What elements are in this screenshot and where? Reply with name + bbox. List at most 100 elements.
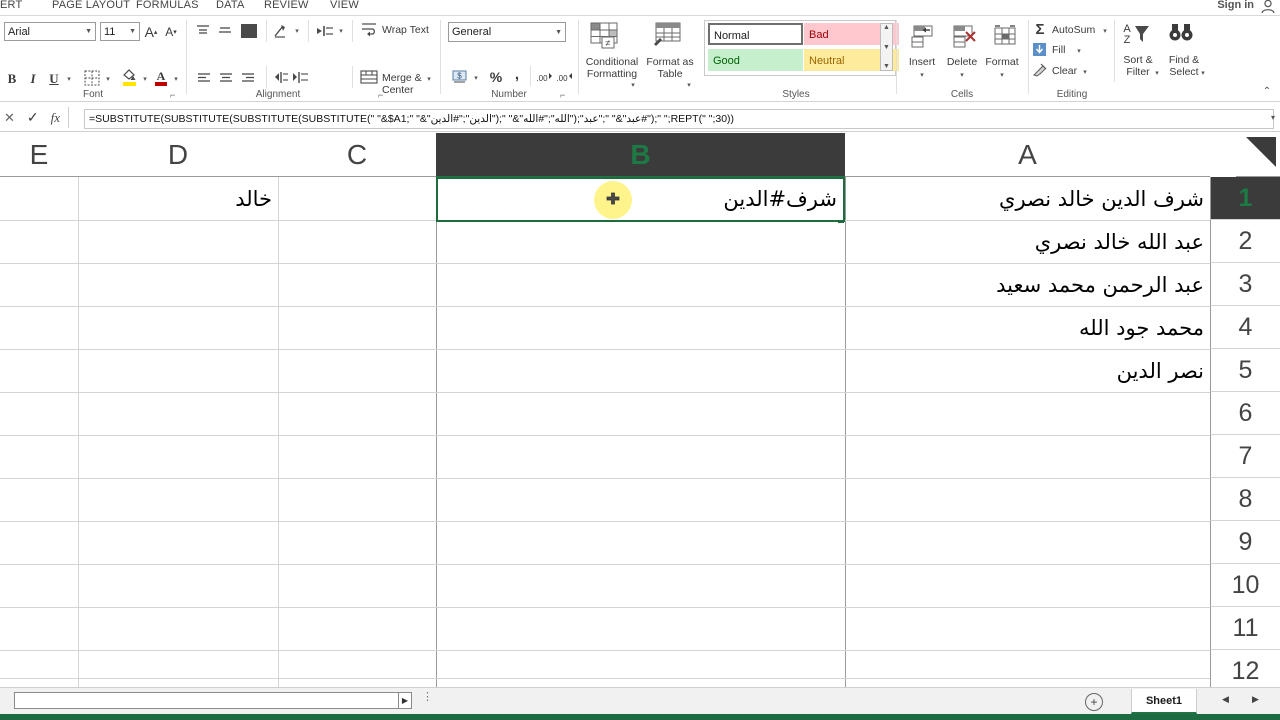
align-right-icon[interactable] bbox=[240, 70, 256, 86]
fill-color-chevron-down-icon[interactable]: ▾ bbox=[140, 74, 150, 84]
scroll-right-icon[interactable]: ▶ bbox=[398, 692, 412, 709]
percent-style-button[interactable]: % bbox=[488, 68, 504, 85]
previous-sheet-icon[interactable]: ◀ bbox=[1222, 694, 1229, 705]
borders-chevron-down-icon[interactable]: ▾ bbox=[103, 74, 113, 84]
underline-chevron-down-icon[interactable]: ▾ bbox=[64, 74, 74, 84]
cancel-formula-icon[interactable]: ✕ bbox=[4, 110, 15, 126]
account-icon[interactable] bbox=[1259, 0, 1277, 14]
column-header-a[interactable]: A bbox=[845, 133, 1210, 177]
grow-font-icon[interactable]: A ▴ bbox=[142, 22, 160, 41]
cell-a3[interactable]: عبد الرحمن محمد سعيد bbox=[845, 264, 1210, 306]
decrease-indent-icon[interactable] bbox=[272, 70, 289, 85]
accounting-format-icon[interactable]: $ bbox=[451, 68, 468, 85]
scroll-more-icon[interactable]: ▼ bbox=[883, 63, 890, 70]
add-sheet-button[interactable]: + bbox=[1085, 693, 1103, 711]
conditional-formatting-icon[interactable]: ≠ bbox=[590, 22, 620, 50]
indent-right-icon[interactable] bbox=[316, 24, 334, 38]
fill-label[interactable]: Fill bbox=[1052, 44, 1065, 56]
decrease-decimal-icon[interactable]: .00 bbox=[556, 69, 574, 84]
font-color-chevron-down-icon[interactable]: ▾ bbox=[171, 74, 181, 84]
row-header-10[interactable]: 10 bbox=[1210, 564, 1280, 607]
ribbon-tab-insert[interactable]: ERT bbox=[0, 0, 22, 11]
conditional-formatting-label[interactable]: Conditional Formatting bbox=[580, 56, 644, 80]
number-format-select[interactable]: General ▼ bbox=[448, 22, 566, 42]
chevron-down-icon[interactable]: ▼ bbox=[129, 28, 136, 35]
ribbon-tab-formulas[interactable]: FORMULAS bbox=[136, 0, 199, 11]
column-header-e[interactable]: E bbox=[0, 133, 78, 177]
delete-cells-label[interactable]: Delete bbox=[940, 56, 984, 68]
insert-cells-label[interactable]: Insert bbox=[900, 56, 944, 68]
insert-chevron-down-icon[interactable]: ▾ bbox=[917, 70, 927, 80]
cell-a4[interactable]: محمد جود الله bbox=[845, 307, 1210, 349]
underline-button[interactable]: U bbox=[47, 70, 61, 88]
ribbon-tab-page-layout[interactable]: PAGE LAYOUT bbox=[52, 0, 130, 11]
column-header-c[interactable]: C bbox=[278, 133, 436, 177]
wrap-text-icon[interactable] bbox=[360, 21, 378, 39]
autosum-icon[interactable]: Σ bbox=[1032, 21, 1048, 38]
clear-label[interactable]: Clear bbox=[1052, 65, 1077, 77]
increase-decimal-icon[interactable]: .00 bbox=[536, 69, 554, 84]
indent-chevron-down-icon[interactable]: ▾ bbox=[336, 26, 346, 36]
fill-chevron-down-icon[interactable]: ▾ bbox=[1074, 46, 1084, 56]
scroll-up-icon[interactable]: ▲ bbox=[883, 24, 890, 31]
comma-style-button[interactable]: , bbox=[510, 66, 524, 83]
font-color-icon[interactable]: A bbox=[153, 67, 169, 87]
orientation-chevron-down-icon[interactable]: ▾ bbox=[292, 26, 302, 36]
autosum-label[interactable]: AutoSum bbox=[1052, 24, 1095, 36]
sort-filter-icon[interactable]: A Z bbox=[1120, 21, 1150, 47]
align-middle-icon[interactable] bbox=[216, 22, 234, 40]
delete-chevron-down-icon[interactable]: ▾ bbox=[957, 70, 967, 80]
insert-function-icon[interactable]: fx bbox=[51, 110, 60, 126]
sign-in-button[interactable]: Sign in bbox=[1217, 0, 1254, 11]
align-top-icon[interactable] bbox=[194, 22, 212, 40]
row-header-4[interactable]: 4 bbox=[1210, 306, 1280, 349]
accounting-chevron-down-icon[interactable]: ▾ bbox=[471, 73, 481, 83]
format-chevron-down-icon[interactable]: ▾ bbox=[997, 70, 1007, 80]
font-size-input[interactable]: 11 ▼ bbox=[100, 22, 140, 41]
ribbon-tab-review[interactable]: REVIEW bbox=[264, 0, 309, 11]
expand-formula-bar-icon[interactable]: ▾ bbox=[1271, 113, 1275, 122]
insert-cells-icon[interactable] bbox=[910, 24, 936, 50]
cell-a5[interactable]: نصر الدين bbox=[845, 350, 1210, 392]
enter-formula-icon[interactable]: ✓ bbox=[27, 109, 39, 126]
sheet-tab-sheet1[interactable]: Sheet1 bbox=[1131, 689, 1197, 714]
cell-a2[interactable]: عبد الله خالد نصري bbox=[845, 221, 1210, 263]
clear-chevron-down-icon[interactable]: ▾ bbox=[1080, 67, 1090, 77]
row-header-2[interactable]: 2 bbox=[1210, 220, 1280, 263]
row-header-12[interactable]: 12 bbox=[1210, 650, 1280, 687]
format-cells-icon[interactable] bbox=[992, 24, 1018, 50]
bold-button[interactable]: B bbox=[5, 70, 19, 88]
align-center-icon[interactable] bbox=[218, 70, 234, 86]
borders-icon[interactable] bbox=[84, 70, 100, 86]
font-name-input[interactable]: Arial ▼ bbox=[4, 22, 96, 41]
row-header-7[interactable]: 7 bbox=[1210, 435, 1280, 478]
clear-icon[interactable] bbox=[1032, 63, 1048, 78]
cell-d1[interactable]: خالد bbox=[78, 178, 278, 220]
merge-chevron-down-icon[interactable]: ▾ bbox=[424, 74, 434, 84]
fill-color-icon[interactable] bbox=[121, 67, 138, 87]
alignment-dialog-launcher[interactable]: ⌐ bbox=[378, 90, 383, 100]
delete-cells-icon[interactable] bbox=[952, 24, 978, 50]
ribbon-tab-view[interactable]: VIEW bbox=[330, 0, 359, 11]
italic-button[interactable]: I bbox=[26, 70, 40, 88]
find-select-icon[interactable] bbox=[1168, 22, 1194, 46]
wrap-text-label[interactable]: Wrap Text bbox=[382, 24, 429, 36]
format-as-table-icon[interactable] bbox=[652, 22, 682, 50]
row-header-9[interactable]: 9 bbox=[1210, 521, 1280, 564]
split-handle-icon[interactable]: ⋮ bbox=[422, 692, 433, 703]
increase-indent-icon[interactable] bbox=[292, 70, 309, 85]
formula-input[interactable]: =SUBSTITUTE(SUBSTITUTE(SUBSTITUTE(SUBSTI… bbox=[84, 109, 1274, 129]
row-header-8[interactable]: 8 bbox=[1210, 478, 1280, 521]
cell-style-normal[interactable]: Normal bbox=[708, 23, 803, 45]
chevron-down-icon[interactable]: ▼ bbox=[555, 29, 562, 36]
find-select-chevron-down-icon[interactable]: ▾ bbox=[1198, 68, 1208, 78]
format-as-table-label[interactable]: Format as Table bbox=[642, 56, 698, 80]
ribbon-tab-data[interactable]: DATA bbox=[216, 0, 245, 11]
chevron-down-icon[interactable]: ▼ bbox=[85, 28, 92, 35]
align-left-icon[interactable] bbox=[196, 70, 212, 86]
format-as-table-chevron-down-icon[interactable]: ▾ bbox=[684, 80, 694, 90]
row-header-3[interactable]: 3 bbox=[1210, 263, 1280, 306]
row-header-5[interactable]: 5 bbox=[1210, 349, 1280, 392]
number-dialog-launcher[interactable]: ⌐ bbox=[560, 90, 565, 100]
conditional-formatting-chevron-down-icon[interactable]: ▾ bbox=[628, 80, 638, 90]
